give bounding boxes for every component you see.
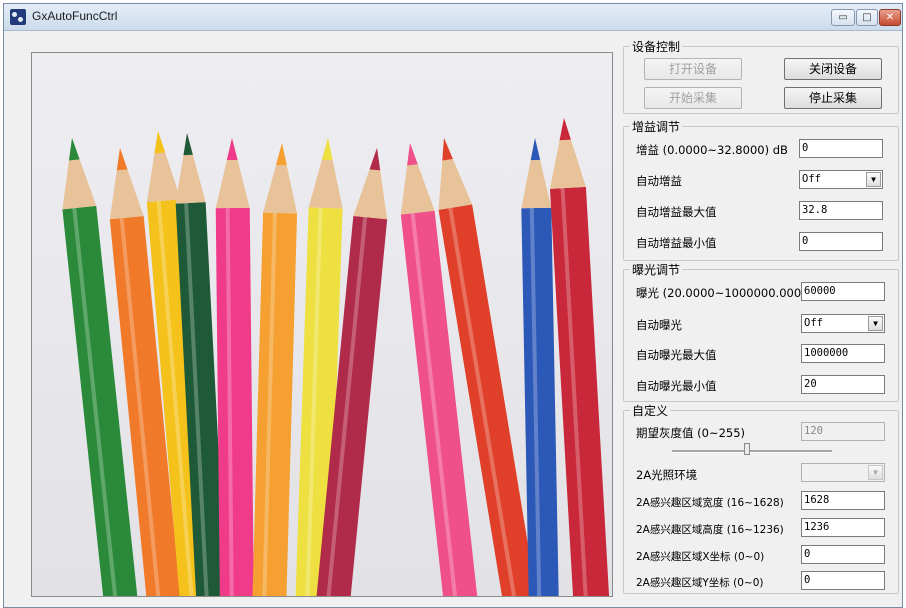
roi-x-label: 2A感兴趣区域X坐标 (0~0)	[636, 551, 765, 563]
minimize-button[interactable]: ▭	[831, 9, 855, 26]
roi-width-input[interactable]: 1628	[801, 491, 885, 510]
exposure-group: 曝光调节 曝光 (20.0000~1000000.0000)us 60000 自…	[623, 261, 899, 402]
light-env-label: 2A光照环境	[636, 468, 698, 482]
gain-label: 增益 (0.0000~32.8000) dB	[636, 143, 788, 157]
auto-gain-label: 自动增益	[636, 174, 682, 188]
exposure-title: 曝光调节	[630, 261, 683, 278]
app-window: GxAutoFuncCtrl ▭ □ ✕ 设备控制 打开设备 关闭设备 开始采集…	[3, 3, 903, 608]
open-device-button[interactable]: 打开设备	[644, 58, 742, 80]
auto-exposure-select[interactable]: Off ▼	[801, 314, 885, 333]
auto-exposure-max-label: 自动曝光最大值	[636, 348, 717, 362]
expected-gray-input[interactable]: 120	[801, 422, 885, 441]
chevron-down-icon[interactable]: ▼	[866, 172, 881, 187]
auto-exposure-max-input[interactable]: 1000000	[801, 344, 885, 363]
exposure-label: 曝光 (20.0000~1000000.0000)us	[636, 286, 827, 300]
device-control-group: 设备控制 打开设备 关闭设备 开始采集 停止采集	[623, 38, 899, 114]
stop-capture-button[interactable]: 停止采集	[784, 87, 882, 109]
custom-title: 自定义	[630, 402, 671, 419]
window-title: GxAutoFuncCtrl	[32, 9, 118, 23]
auto-exposure-value: Off	[804, 317, 823, 329]
custom-group: 自定义 期望灰度值 (0~255) 120 2A光照环境 ▼ 2A感兴趣区域宽度…	[623, 402, 899, 594]
title-bar[interactable]: GxAutoFuncCtrl ▭ □ ✕	[4, 4, 902, 31]
auto-exposure-label: 自动曝光	[636, 318, 682, 332]
auto-gain-value: Off	[802, 173, 821, 185]
maximize-button[interactable]: □	[856, 9, 878, 26]
expected-gray-slider-thumb[interactable]	[744, 443, 751, 455]
expected-gray-label: 期望灰度值 (0~255)	[636, 426, 746, 440]
app-logo-icon	[10, 9, 26, 25]
auto-gain-max-label: 自动增益最大值	[636, 205, 717, 219]
device-control-title: 设备控制	[630, 38, 683, 55]
pencils-image	[32, 53, 612, 596]
auto-gain-min-label: 自动增益最小值	[636, 236, 717, 250]
roi-width-label: 2A感兴趣区域宽度 (16~1628)	[636, 497, 784, 509]
roi-x-input[interactable]: 0	[801, 545, 885, 564]
pencil-body	[215, 207, 254, 596]
close-device-button[interactable]: 关闭设备	[784, 58, 882, 80]
auto-gain-min-input[interactable]: 0	[799, 232, 883, 251]
chevron-down-icon[interactable]: ▼	[868, 465, 883, 480]
light-env-select[interactable]: ▼	[801, 463, 885, 482]
auto-gain-max-input[interactable]: 32.8	[799, 201, 883, 220]
roi-height-label: 2A感兴趣区域高度 (16~1236)	[636, 524, 784, 536]
chevron-down-icon[interactable]: ▼	[868, 316, 883, 331]
auto-gain-select[interactable]: Off ▼	[799, 170, 883, 189]
start-capture-button[interactable]: 开始采集	[644, 87, 742, 109]
roi-y-label: 2A感兴趣区域Y坐标 (0~0)	[636, 577, 764, 589]
roi-height-input[interactable]: 1236	[801, 518, 885, 537]
gain-group: 增益调节 增益 (0.0000~32.8000) dB 0 自动增益 Off ▼…	[623, 118, 899, 261]
close-window-button[interactable]: ✕	[879, 9, 901, 26]
expected-gray-slider-track[interactable]	[672, 450, 832, 453]
roi-y-input[interactable]: 0	[801, 571, 885, 590]
exposure-input[interactable]: 60000	[801, 282, 885, 301]
auto-exposure-min-input[interactable]: 20	[801, 375, 885, 394]
camera-preview	[31, 52, 613, 597]
gain-input[interactable]: 0	[799, 139, 883, 158]
auto-exposure-min-label: 自动曝光最小值	[636, 379, 717, 393]
gain-title: 增益调节	[630, 118, 683, 135]
